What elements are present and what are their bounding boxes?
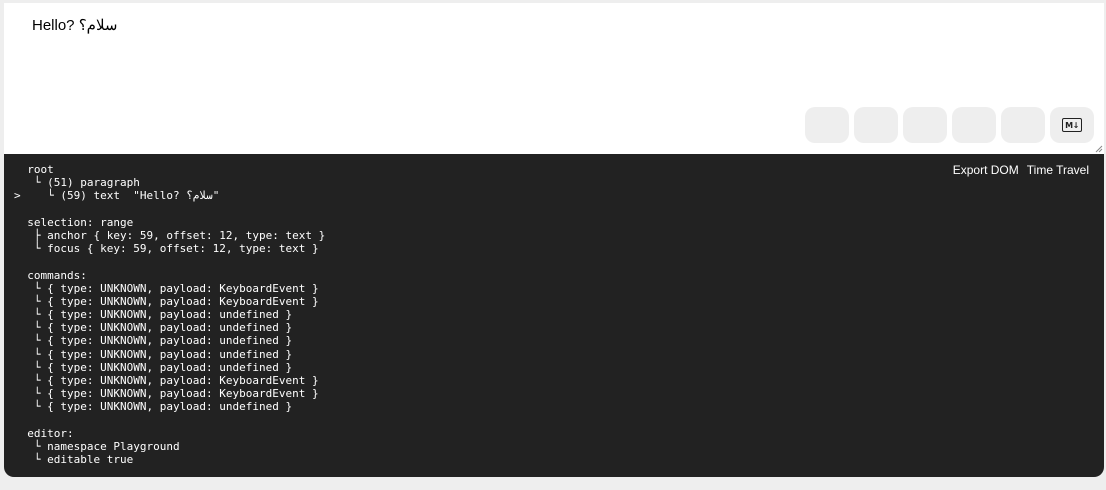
- editor-content[interactable]: Hello? سلام؟: [32, 16, 117, 34]
- tree-line: ├ anchor { key: 59, offset: 12, type: te…: [14, 228, 326, 242]
- tree-line: └ namespace Playground: [14, 439, 180, 453]
- action-button-5[interactable]: [1001, 107, 1045, 143]
- action-buttons: M↓: [805, 107, 1094, 143]
- tree-line: └ { type: UNKNOWN, payload: KeyboardEven…: [14, 294, 319, 308]
- resize-grip-icon[interactable]: [1095, 145, 1103, 153]
- tree-line: └ { type: UNKNOWN, payload: undefined }: [14, 334, 293, 348]
- tree-line: root: [14, 163, 54, 176]
- tree-line: └ focus { key: 59, offset: 12, type: tex…: [14, 242, 319, 256]
- tree-line: [14, 203, 325, 216]
- markdown-button[interactable]: M↓: [1050, 107, 1094, 143]
- tree-line: └ editable true: [14, 453, 134, 467]
- action-button-3[interactable]: [903, 107, 947, 143]
- action-button-4[interactable]: [952, 107, 996, 143]
- editor-shell: Hello? سلام؟ M↓: [4, 0, 1104, 154]
- tree-line: > └ (59) text "Hello? سلام؟": [14, 189, 220, 203]
- time-travel-button[interactable]: Time Travel: [1027, 163, 1089, 177]
- tree-line: editor:: [14, 426, 74, 440]
- tree-line: └ { type: UNKNOWN, payload: KeyboardEven…: [14, 281, 319, 295]
- editor-paragraph: Hello? سلام؟: [32, 17, 118, 34]
- action-button-1[interactable]: [805, 107, 849, 143]
- action-button-2[interactable]: [854, 107, 898, 143]
- tree-line: [14, 414, 325, 427]
- tree-line: selection: range: [14, 215, 134, 229]
- tree-line: └ { type: UNKNOWN, payload: KeyboardEven…: [14, 387, 319, 401]
- markdown-icon: M↓: [1062, 118, 1082, 132]
- tree-line: commands:: [14, 268, 87, 282]
- tree-line: └ { type: UNKNOWN, payload: undefined }: [14, 308, 293, 322]
- tree-line: └ { type: UNKNOWN, payload: KeyboardEven…: [14, 374, 319, 387]
- tree-line: └ (51) paragraph: [14, 176, 140, 190]
- tree-view-toolbar: Export DOM Time Travel: [953, 163, 1089, 177]
- tree-line: └ { type: UNKNOWN, payload: undefined }: [14, 347, 293, 361]
- tree-view-panel: Export DOM Time Travel root └ (51) parag…: [4, 154, 1104, 477]
- tree-view-output: root └ (51) paragraph > └ (59) text "Hell…: [14, 163, 325, 466]
- tree-line: └ { type: UNKNOWN, payload: undefined }: [14, 400, 293, 414]
- tree-line: └ { type: UNKNOWN, payload: undefined }: [14, 360, 293, 374]
- tree-line: └ { type: UNKNOWN, payload: undefined }: [14, 321, 293, 335]
- export-dom-button[interactable]: Export DOM: [953, 163, 1019, 177]
- tree-line: [14, 255, 325, 268]
